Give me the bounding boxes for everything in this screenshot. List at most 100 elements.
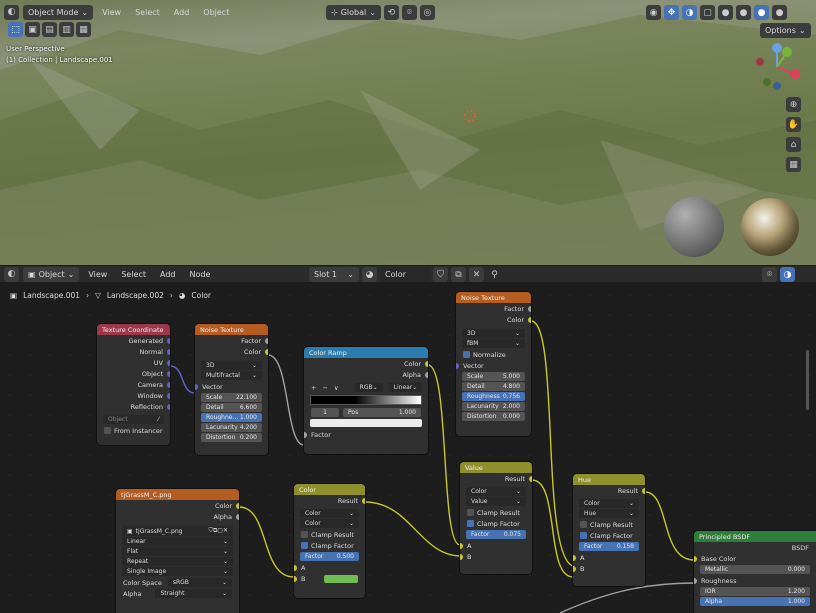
roughness-field[interactable]: Roughne... 1.000 — [201, 413, 262, 422]
output-socket[interactable] — [265, 348, 268, 355]
output-socket[interactable] — [362, 497, 365, 504]
input-socket[interactable] — [694, 555, 697, 562]
lacunarity-field[interactable]: Lacunarity 2.000 — [462, 402, 525, 411]
clamp-result-checkbox[interactable]: Clamp Result — [294, 529, 365, 540]
data-type-select[interactable]: Color ⌄ — [466, 487, 526, 496]
options-button[interactable]: Options ⌄ — [760, 23, 811, 38]
clamp-result-checkbox[interactable]: Clamp Result — [460, 507, 532, 518]
camera-icon[interactable]: ⌂ — [786, 137, 801, 152]
scale-field[interactable]: Scale 5.000 — [462, 372, 525, 381]
metallic-field[interactable]: Metallic 0.000 — [700, 565, 810, 574]
extension-select[interactable]: Repeat ⌄ — [122, 557, 233, 566]
menu-add[interactable]: Add — [169, 8, 195, 17]
projection-select[interactable]: Flat ⌄ — [122, 547, 233, 556]
stop-index-field[interactable]: 1 — [311, 408, 339, 417]
output-socket[interactable] — [528, 316, 531, 323]
blend-mode-select[interactable]: Hue ⌄ — [579, 509, 639, 518]
output-socket[interactable] — [167, 359, 170, 366]
data-type-select[interactable]: Color ⌄ — [579, 499, 639, 508]
color-mode-select[interactable]: RGB ⌄ — [354, 383, 383, 392]
transform-orientation[interactable]: ⊹ Global ⌄ — [326, 5, 381, 20]
select-extend-icon[interactable]: ▤ — [42, 22, 57, 37]
output-socket[interactable] — [167, 403, 170, 410]
node-editor-scrollbar[interactable] — [806, 350, 809, 410]
scale-field[interactable]: Scale 22.100 — [201, 393, 262, 402]
node-principled-bsdf[interactable]: Principled BSDF BSDF Base Color Metallic… — [694, 531, 816, 613]
checkbox[interactable] — [301, 542, 308, 549]
select-subtract-icon[interactable]: ▥ — [59, 22, 74, 37]
node-texture-coordinate[interactable]: Texture Coordinate Generated Normal UV O… — [97, 324, 170, 445]
blend-mode-select[interactable]: Color ⌄ — [300, 519, 359, 528]
input-socket[interactable] — [573, 565, 576, 572]
node-image-texture[interactable]: tjGrassM_C.png Color Alpha ▣ tjGrassM_C.p… — [116, 489, 239, 613]
editor-type-icon[interactable]: ◐ — [4, 4, 19, 20]
output-socket[interactable] — [236, 513, 239, 520]
add-stop-button[interactable]: + — [311, 384, 316, 392]
ior-field[interactable]: IOR 1.200 — [700, 587, 810, 596]
distortion-field[interactable]: Distortion 0.000 — [462, 412, 525, 421]
detail-field[interactable]: Detail 4.800 — [462, 382, 525, 391]
zoom-icon[interactable]: ⊕ — [786, 97, 801, 112]
select-invert-icon[interactable]: ▦ — [76, 22, 91, 37]
alpha-select[interactable]: Straight ⌄ — [155, 589, 232, 598]
from-instancer-checkbox[interactable]: From Instancer — [97, 425, 170, 436]
node-mix-color[interactable]: Color Result Color ⌄ Color ⌄ Clamp Result … — [294, 484, 365, 598]
interpolation-select[interactable]: Linear ⌄ — [388, 383, 423, 392]
node-noise-texture-2[interactable]: Noise Texture Factor Color 3D ⌄ fBM ⌄ Norm… — [456, 292, 531, 436]
shading-wire-icon[interactable]: ● — [718, 5, 733, 20]
data-type-select[interactable]: Color ⌄ — [300, 509, 359, 518]
remove-stop-button[interactable]: − — [322, 384, 327, 392]
snap-icon[interactable]: ⌾ — [401, 5, 417, 20]
roughness-field[interactable]: Roughness 0.756 — [462, 392, 525, 401]
proportional-edit-icon[interactable]: ◎ — [419, 5, 435, 20]
source-select[interactable]: Single Image ⌄ — [122, 567, 233, 576]
shading-material-icon[interactable]: ● — [754, 5, 769, 20]
visibility-icon[interactable]: ◉ — [646, 5, 661, 20]
menu-view[interactable]: View — [97, 8, 126, 17]
lacunarity-field[interactable]: Lacunarity 4.200 — [201, 423, 262, 432]
input-socket[interactable] — [456, 362, 459, 369]
detail-field[interactable]: Detail 6.600 — [201, 403, 262, 412]
shading-rendered-icon[interactable]: ● — [772, 5, 787, 20]
clamp-factor-checkbox[interactable]: Clamp Factor — [294, 540, 365, 551]
output-socket[interactable] — [236, 502, 239, 509]
navigation-gizmo[interactable] — [752, 42, 802, 92]
menu-object[interactable]: Object — [198, 8, 234, 17]
input-socket[interactable] — [460, 553, 463, 560]
xray-icon[interactable]: ▢ — [700, 5, 715, 20]
grid-icon[interactable]: ▦ — [786, 157, 801, 172]
distortion-field[interactable]: Distortion 0.200 — [201, 433, 262, 442]
checkbox[interactable] — [580, 521, 587, 528]
output-socket[interactable] — [167, 381, 170, 388]
checkbox[interactable] — [463, 351, 470, 358]
pan-hand-icon[interactable]: ✋ — [786, 117, 801, 132]
type-select[interactable]: Multifractal ⌄ — [201, 371, 262, 380]
input-socket[interactable] — [195, 383, 198, 390]
interpolation-select[interactable]: Linear ⌄ — [122, 537, 233, 546]
input-socket[interactable] — [304, 431, 307, 438]
checkbox[interactable] — [467, 520, 474, 527]
gizmo-icon[interactable]: ✥ — [664, 5, 679, 20]
viewport-3d[interactable]: ◐ Object Mode ⌄ View Select Add Object ⊹ G… — [0, 0, 816, 265]
shading-solid-icon[interactable]: ● — [736, 5, 751, 20]
factor-field[interactable]: Factor 0.500 — [300, 552, 359, 561]
clamp-factor-checkbox[interactable]: Clamp Factor — [573, 530, 645, 541]
output-socket[interactable] — [425, 360, 428, 367]
output-socket[interactable] — [167, 348, 170, 355]
checkbox[interactable] — [580, 532, 587, 539]
ramp-menu-button[interactable]: ∨ — [334, 384, 339, 392]
alpha-field[interactable]: Alpha 1.000 — [700, 597, 810, 606]
factor-field[interactable]: Factor 0.158 — [579, 542, 639, 551]
blend-mode-select[interactable]: Value ⌄ — [466, 497, 526, 506]
clamp-factor-checkbox[interactable]: Clamp Factor — [460, 518, 532, 529]
output-socket[interactable] — [167, 392, 170, 399]
color-b-swatch[interactable] — [324, 574, 358, 583]
output-socket[interactable] — [425, 371, 428, 378]
output-socket[interactable] — [642, 487, 645, 494]
type-select[interactable]: fBM ⌄ — [462, 339, 525, 348]
output-socket[interactable] — [167, 337, 170, 344]
output-socket[interactable] — [167, 370, 170, 377]
dimensions-select[interactable]: 3D ⌄ — [462, 329, 525, 338]
input-socket[interactable] — [294, 564, 297, 571]
stop-position-field[interactable]: Pos 1.000 — [343, 408, 421, 417]
